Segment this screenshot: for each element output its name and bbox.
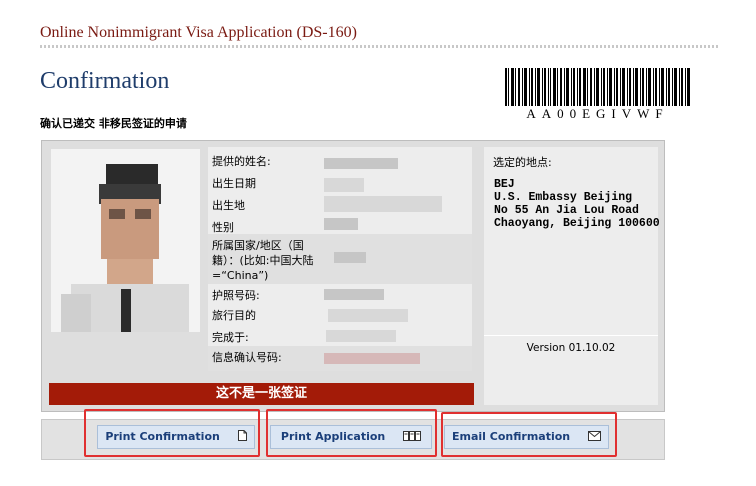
location-code: BEJ [494, 178, 515, 191]
location-divider [484, 335, 658, 336]
field-confirmation-number: 信息确认号码: [208, 346, 472, 371]
highlight-print-confirmation [84, 409, 260, 457]
redacted-value [324, 178, 364, 192]
title-divider [40, 45, 720, 48]
redacted-value [328, 309, 408, 322]
version-text: Version 01.10.02 [526, 342, 616, 354]
app-title: Online Nonimmigrant Visa Application (DS… [40, 24, 357, 41]
redacted-value [324, 289, 384, 300]
location-embassy: U.S. Embassy Beijing [494, 191, 633, 204]
redacted-value [324, 158, 398, 169]
location-label: 选定的地点: [493, 156, 552, 169]
field-passport-number: 护照号码: [208, 284, 472, 304]
field-name: 提供的姓名: [208, 150, 472, 172]
location-city: Chaoyang, Beijing 100600 [494, 217, 660, 230]
page-title: Confirmation [40, 68, 170, 94]
redacted-value [324, 196, 442, 212]
field-birth-date: 出生日期 [208, 172, 472, 194]
field-label: 所属国家/地区（国籍）：(比如:中国大陆 =“China”) [212, 239, 314, 282]
highlight-print-application [266, 409, 437, 457]
location-street: No 55 An Jia Lou Road [494, 204, 639, 217]
page-subtitle: 确认已递交 非移民签证的申请 [40, 117, 187, 130]
field-birth-place: 出生地 [208, 194, 472, 216]
field-sex: 性别 [208, 216, 472, 234]
applicant-details: 提供的姓名: 出生日期 出生地 性别 所属国家/地区（国籍）：(比如:中国大陆 … [208, 147, 472, 371]
redacted-value [326, 330, 396, 342]
redacted-value [334, 252, 366, 263]
redacted-value [324, 353, 420, 364]
field-trip-purpose: 旅行目的 [208, 304, 472, 326]
not-a-visa-warning: 这不是一张签证 [49, 383, 474, 405]
location-address: BEJ U.S. Embassy Beijing No 55 An Jia Lo… [494, 178, 660, 230]
barcode [505, 68, 690, 106]
applicant-photo [51, 149, 200, 332]
field-completed-on: 完成于: [208, 326, 472, 346]
highlight-email-confirmation [441, 412, 617, 457]
field-nationality: 所属国家/地区（国籍）：(比如:中国大陆 =“China”) [208, 234, 472, 284]
barcode-number: AA00EGIVWF [526, 106, 669, 121]
redacted-value [324, 218, 358, 230]
